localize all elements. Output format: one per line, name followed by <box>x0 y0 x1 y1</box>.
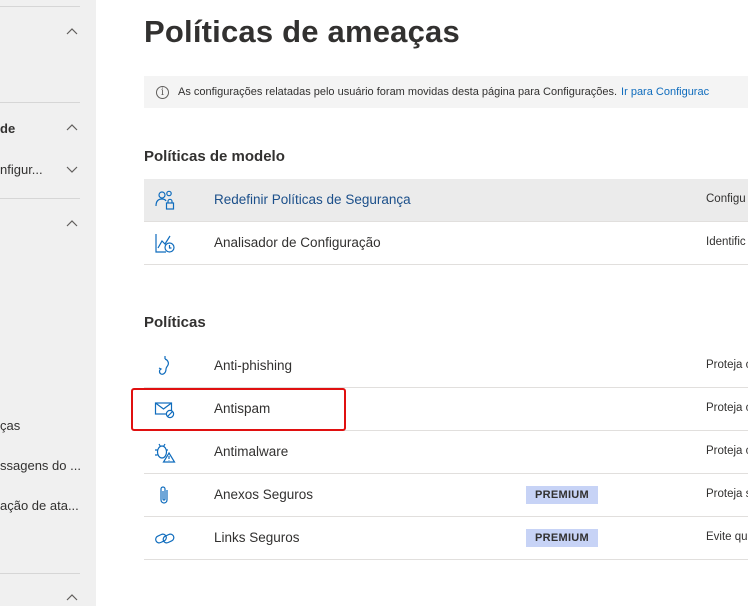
chevron-up-icon[interactable] <box>66 218 78 230</box>
chevron-up-icon[interactable] <box>66 122 78 134</box>
info-banner-text: As configurações relatadas pelo usuário … <box>178 86 618 98</box>
policy-row-safe-links[interactable]: Links Seguros PREMIUM Evite qu <box>144 517 748 560</box>
policy-row-antimalware[interactable]: Antimalware Proteja c <box>144 431 748 474</box>
policies-heading: Políticas <box>144 314 206 331</box>
policy-description: Proteja c <box>706 445 748 457</box>
policy-name[interactable]: Analisador de Configuração <box>214 235 381 250</box>
sidebar-divider <box>0 573 80 574</box>
policy-row-antispam[interactable]: Antispam Proteja c <box>144 388 748 431</box>
info-icon: i <box>156 85 169 99</box>
fishhook-icon <box>154 355 176 377</box>
chevron-up-icon[interactable] <box>66 26 78 38</box>
users-lock-icon <box>154 189 176 211</box>
premium-badge: PREMIUM <box>526 529 598 547</box>
link-icon <box>154 527 176 549</box>
settings-link[interactable]: Ir para Configurac <box>621 86 709 98</box>
chevron-down-icon[interactable] <box>66 163 78 175</box>
sidebar-divider <box>0 6 80 7</box>
policy-row-preset-security[interactable]: Redefinir Políticas de Segurança Configu <box>144 179 748 222</box>
policy-name[interactable]: Anexos Seguros <box>214 487 313 502</box>
premium-badge: PREMIUM <box>526 486 598 504</box>
policy-description: Identific <box>706 236 746 248</box>
sidebar-item-label[interactable]: ação de ata... <box>0 498 84 513</box>
policy-name[interactable]: Antimalware <box>214 444 288 459</box>
page-title: Políticas de ameaças <box>144 14 460 49</box>
policy-row-anti-phishing[interactable]: Anti-phishing Proteja c <box>144 345 748 388</box>
paperclip-icon <box>154 484 176 506</box>
policy-name[interactable]: Links Seguros <box>214 530 300 545</box>
policy-name[interactable]: Antispam <box>214 401 270 416</box>
chevron-up-icon[interactable] <box>66 592 78 604</box>
policy-name[interactable]: Redefinir Políticas de Segurança <box>214 192 411 207</box>
mail-block-icon <box>154 398 176 420</box>
policy-description: Evite qu <box>706 531 748 543</box>
sidebar-item-label[interactable]: ssagens do ... <box>0 458 84 473</box>
sidebar-item-label[interactable]: nfigur... <box>0 162 46 177</box>
template-policies-heading: Políticas de modelo <box>144 148 285 165</box>
policy-row-config-analyzer[interactable]: Analisador de Configuração Identific <box>144 222 748 265</box>
sidebar-divider <box>0 102 80 103</box>
policy-row-safe-attachments[interactable]: Anexos Seguros PREMIUM Proteja s <box>144 474 748 517</box>
info-banner: i As configurações relatadas pelo usuári… <box>144 76 748 108</box>
policy-description: Proteja s <box>706 488 748 500</box>
policy-name[interactable]: Anti-phishing <box>214 358 292 373</box>
policy-description: Configu <box>706 193 746 205</box>
policy-description: Proteja c <box>706 402 748 414</box>
sidebar-divider <box>0 198 80 199</box>
policy-description: Proteja c <box>706 359 748 371</box>
chart-clock-icon <box>154 232 176 254</box>
sidebar-item-label[interactable]: ças <box>0 418 84 433</box>
bug-warning-icon <box>154 441 176 463</box>
left-nav-sidebar: de nfigur... ças ssagens do ... ação de … <box>0 0 96 606</box>
